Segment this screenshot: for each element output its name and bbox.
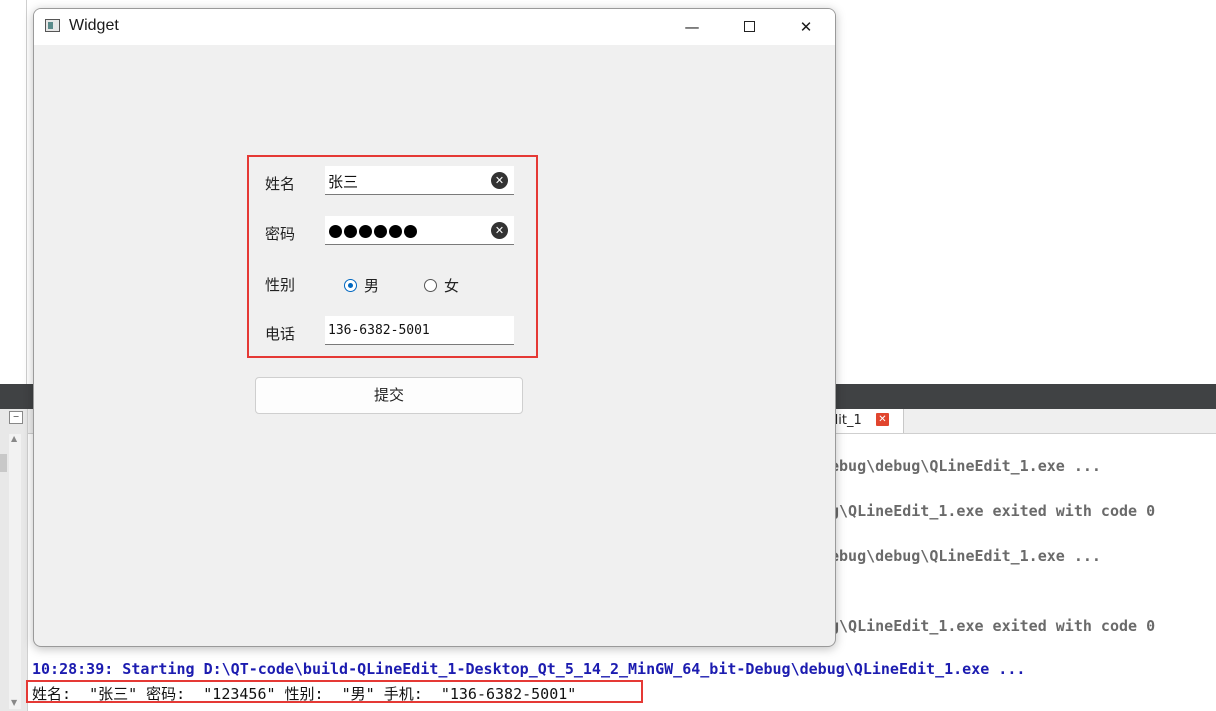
output-line: ebug\debug\QLineEdit_1.exe ... (830, 547, 1101, 565)
widget-window: Widget — ✕ 姓名 张三 ✕ 密码 ✕ 性别 男 女 电话 136-63… (33, 8, 836, 647)
gender-option-female[interactable]: 女 (444, 275, 459, 296)
password-dot (374, 225, 387, 238)
maximize-button[interactable] (720, 9, 778, 45)
ide-divider (26, 0, 27, 390)
maximize-icon (743, 20, 755, 32)
close-button[interactable]: ✕ (777, 9, 835, 45)
minimize-icon: — (684, 18, 700, 36)
output-line: g\QLineEdit_1.exe exited with code 0 (830, 617, 1156, 635)
window-title: Widget (69, 17, 119, 34)
output-starting-line: 10:28:39: Starting D:\QT-code\build-QLin… (32, 660, 1026, 678)
password-label: 密码 (265, 225, 296, 243)
gender-radio-male[interactable] (344, 279, 357, 292)
name-label: 姓名 (265, 175, 296, 193)
name-value: 张三 (328, 173, 359, 191)
clear-icon[interactable]: ✕ (491, 172, 508, 189)
phone-label: 电话 (265, 325, 296, 343)
collapse-icon[interactable]: − (9, 411, 23, 424)
phone-input[interactable]: 136-6382-5001 (325, 316, 514, 345)
title-bar[interactable]: Widget — ✕ (34, 9, 835, 45)
password-dot (404, 225, 417, 238)
password-dot (344, 225, 357, 238)
gender-label: 性别 (265, 276, 296, 294)
password-dot (359, 225, 372, 238)
result-highlight-box (26, 680, 643, 703)
output-line: ebug\debug\QLineEdit_1.exe ... (830, 457, 1101, 475)
close-icon: ✕ (799, 18, 813, 36)
tab-close-icon[interactable]: ✕ (876, 413, 889, 426)
password-mask (329, 223, 419, 242)
minimize-button[interactable]: — (663, 9, 721, 45)
scroll-down-icon[interactable]: ▼ (11, 698, 17, 707)
submit-button[interactable]: 提交 (255, 377, 523, 414)
app-icon (45, 19, 60, 32)
scroll-thumb[interactable] (0, 454, 7, 472)
password-dot (329, 225, 342, 238)
output-line: g\QLineEdit_1.exe exited with code 0 (830, 502, 1156, 520)
phone-value: 136-6382-5001 (328, 323, 430, 338)
password-input[interactable]: ✕ (325, 216, 514, 245)
gender-option-male[interactable]: 男 (364, 275, 379, 296)
password-dot (389, 225, 402, 238)
scroll-up-icon[interactable]: ▲ (11, 434, 17, 443)
clear-icon[interactable]: ✕ (491, 222, 508, 239)
gender-radio-female[interactable] (424, 279, 437, 292)
output-scrollbar[interactable] (9, 434, 21, 709)
name-input[interactable]: 张三 ✕ (325, 166, 514, 195)
